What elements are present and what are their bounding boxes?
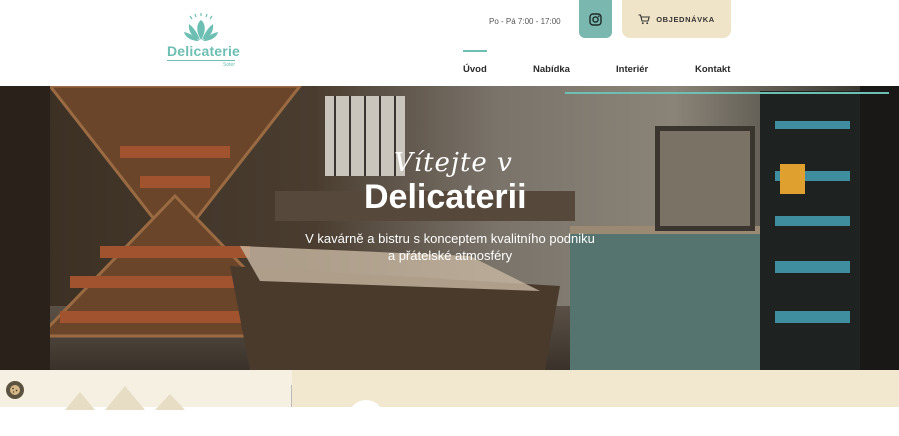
logo-divider	[167, 60, 235, 61]
instagram-button[interactable]	[579, 0, 612, 38]
nav-nabidka[interactable]: Nabídka	[533, 64, 570, 75]
nav-active-indicator	[463, 50, 487, 52]
hero-accent-line	[565, 92, 889, 94]
next-section	[0, 370, 899, 436]
site-header: Delicaterie Soter Po - Pá 7:00 - 17:00 O…	[0, 0, 899, 86]
logo-sub: Soter	[223, 62, 235, 68]
hero-subtitle: V kavárně a bistru s konceptem kvalitníh…	[288, 230, 612, 264]
instagram-icon	[589, 12, 602, 26]
cookie-icon	[10, 385, 20, 395]
hero-banner	[0, 86, 899, 370]
hero-welcome: Vítejte v	[394, 148, 513, 178]
nav-uvod[interactable]: Úvod	[463, 64, 487, 75]
logo[interactable]: Delicaterie Soter	[167, 12, 241, 74]
next-section-divider	[291, 385, 292, 407]
cookie-settings-button[interactable]	[6, 381, 24, 399]
hero-subtitle-line1: V kavárně a bistru s konceptem kvalitníh…	[305, 231, 595, 246]
opening-hours: Po - Pá 7:00 - 17:00	[489, 17, 561, 26]
hero-subtitle-line2: a přátelské atmosféry	[387, 248, 513, 263]
next-section-circle	[348, 400, 384, 436]
order-button[interactable]: OBJEDNÁVKA	[622, 0, 731, 38]
cart-icon	[638, 13, 651, 24]
nav-interier[interactable]: Interiér	[616, 64, 648, 75]
logo-leaf-icon	[184, 13, 218, 41]
leaf-decoration-icon	[65, 386, 185, 410]
next-section-left	[0, 370, 292, 410]
logo-name: Delicaterie	[167, 43, 241, 59]
hero-background-image	[0, 86, 899, 370]
hero-title: Delicaterii	[364, 178, 527, 216]
nav-kontakt[interactable]: Kontakt	[695, 64, 730, 75]
order-label: OBJEDNÁVKA	[656, 14, 715, 24]
